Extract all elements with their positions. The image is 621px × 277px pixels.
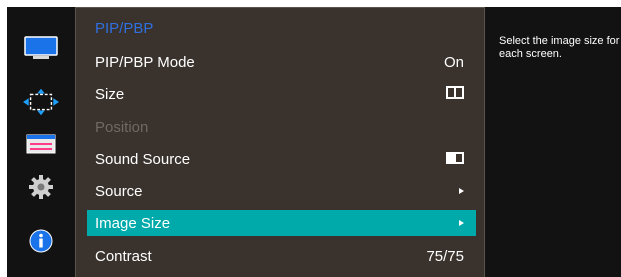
menu-item-position: Position xyxy=(87,114,476,140)
pip-pbp-icon[interactable] xyxy=(23,88,59,116)
menu-item-source[interactable]: Source xyxy=(87,178,476,204)
menu-item-label: Source xyxy=(95,182,143,200)
menu-item-contrast[interactable]: Contrast 75/75 xyxy=(87,243,476,269)
menu-item-label: Sound Source xyxy=(95,150,191,168)
picture-icon[interactable] xyxy=(23,36,59,62)
help-description-panel: Select the image size for each screen. xyxy=(485,7,621,277)
menu-item-value: 75/75 xyxy=(426,247,464,265)
osd-sidebar xyxy=(7,7,75,277)
menu-item-image-size[interactable]: Image Size xyxy=(87,210,476,236)
monitor-osd-screen: PIP/PBP PIP/PBP Mode On Size Position So… xyxy=(0,0,621,277)
arrow-right-icon xyxy=(459,188,464,194)
menu-item-value: On xyxy=(443,53,464,71)
menu-title: PIP/PBP xyxy=(95,20,154,37)
side-by-side-size-icon xyxy=(446,85,464,103)
information-icon[interactable] xyxy=(23,228,59,254)
menu-item-pip-pbp-mode[interactable]: PIP/PBP Mode On xyxy=(87,49,476,75)
pip-pbp-menu-panel: PIP/PBP PIP/PBP Mode On Size Position So… xyxy=(75,7,485,277)
menu-item-label: Position xyxy=(95,118,149,136)
menu-item-sound-source[interactable]: Sound Source xyxy=(87,146,476,172)
sound-source-icon xyxy=(446,151,464,168)
menu-item-label: Contrast xyxy=(95,247,152,265)
settings-gear-icon[interactable] xyxy=(23,174,59,200)
menu-item-label: Size xyxy=(95,85,125,103)
menu-item-size[interactable]: Size xyxy=(87,81,476,107)
help-description-text: Select the image size for each screen. xyxy=(499,35,620,60)
arrow-right-icon xyxy=(459,220,464,226)
onscreen-display-icon[interactable] xyxy=(23,131,59,157)
menu-item-label: Image Size xyxy=(95,214,171,232)
menu-item-label: PIP/PBP Mode xyxy=(95,53,195,71)
